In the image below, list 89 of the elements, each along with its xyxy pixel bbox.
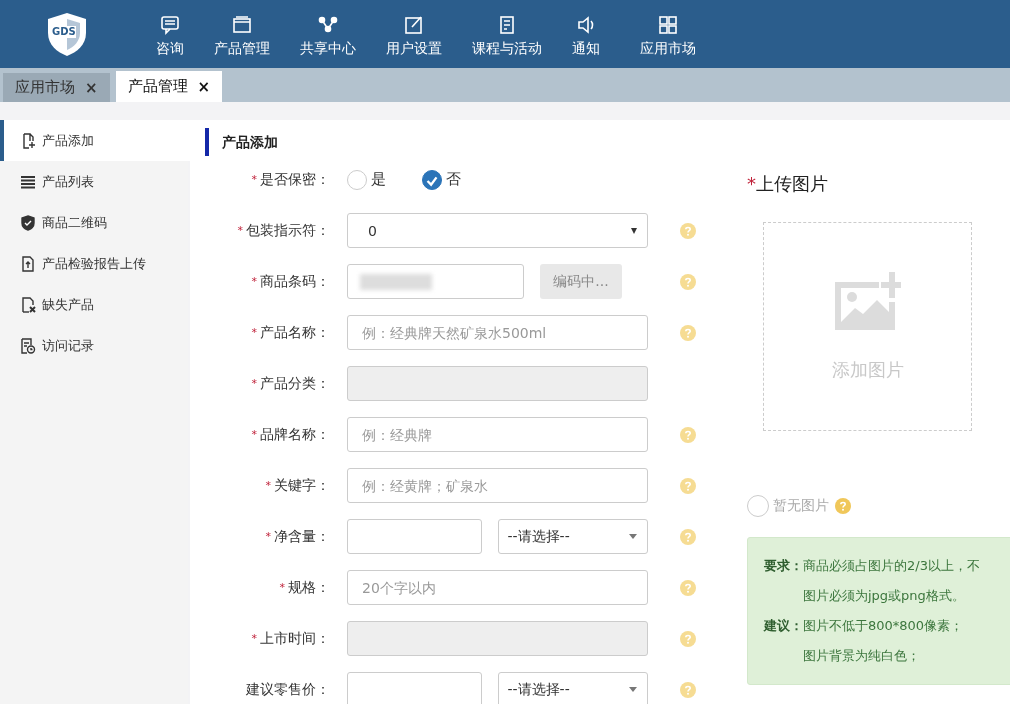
input-field[interactable]: 例：经典牌天然矿泉水500ml (347, 315, 648, 350)
section-title: 产品添加 (205, 128, 725, 156)
tab[interactable]: 产品管理 × (115, 71, 223, 102)
field-label: 关键字： (274, 476, 330, 495)
required-mark: * (279, 581, 285, 594)
close-icon[interactable]: × (197, 77, 211, 96)
field-label: 上市时间： (260, 629, 330, 648)
required-mark: * (251, 275, 257, 288)
redacted-value (360, 273, 432, 290)
input-field[interactable]: 例：经黄牌；矿泉水 (347, 468, 648, 503)
radio-label: 是 (371, 170, 386, 189)
note-text: 图片背景为纯白色； (803, 647, 921, 665)
grid-icon (658, 14, 678, 35)
list-icon (20, 173, 36, 190)
field-label: 产品名称： (260, 323, 330, 342)
window-icon (232, 14, 252, 35)
input-field[interactable]: 例：经典牌 (347, 417, 648, 452)
add-image-icon (834, 271, 901, 330)
sidebar-item[interactable]: 产品添加 (0, 120, 190, 161)
note-text: 图片必须为jpg或png格式。 (803, 587, 966, 605)
required-mark: * (251, 326, 257, 339)
nav-item[interactable]: 课程与活动 (472, 10, 542, 58)
logo-text: GDS (52, 26, 76, 38)
note-text: 图片不低于800*800像素； (803, 617, 964, 635)
help-icon[interactable] (680, 630, 696, 647)
nav-item[interactable]: 产品管理 (214, 10, 270, 58)
field-label: 建议零售价： (246, 680, 330, 699)
note-term: 建议： (764, 617, 803, 635)
close-icon[interactable]: × (85, 78, 98, 97)
note-term: 要求： (764, 557, 803, 575)
sidebar-item[interactable]: 访问记录 (0, 325, 188, 366)
help-icon[interactable] (680, 324, 696, 341)
sidebar-item[interactable]: 产品列表 (0, 161, 188, 202)
input-field[interactable] (347, 672, 482, 704)
caret-icon (629, 687, 637, 692)
required-mark: * (265, 479, 271, 492)
help-icon[interactable] (680, 579, 696, 596)
upload-title: 上传图片 (756, 173, 828, 194)
tab[interactable]: 应用市场 × (3, 73, 110, 102)
caret-icon (629, 534, 637, 539)
document-cross-icon (20, 296, 36, 313)
note-text: 商品必须占图片的2/3以上，不 (803, 557, 980, 575)
field-label: 规格： (288, 578, 330, 597)
radio-button[interactable] (422, 169, 442, 190)
document-plus-icon (20, 132, 36, 149)
help-icon[interactable] (680, 528, 696, 545)
nav-item[interactable]: 咨询 (156, 10, 184, 58)
select-field[interactable]: --请选择-- (497, 672, 648, 704)
nav-item[interactable]: 共享中心 (300, 10, 356, 58)
required-mark: * (251, 377, 257, 390)
sidebar-item[interactable]: 缺失产品 (0, 284, 188, 325)
document-clock-icon (20, 337, 36, 354)
nav-item[interactable]: 应用市场 (640, 10, 696, 58)
help-icon[interactable] (680, 477, 696, 494)
help-icon[interactable] (680, 273, 696, 290)
nav-item[interactable]: 通知 (572, 10, 600, 58)
field-label: 商品条码： (260, 272, 330, 291)
sidebar-item[interactable]: 商品二维码 (0, 202, 188, 243)
help-icon[interactable] (680, 681, 696, 698)
shield-check-icon (20, 214, 36, 231)
document-upload-icon (20, 255, 36, 272)
radio-label: 否 (446, 170, 461, 189)
required-mark: * (251, 173, 257, 186)
field-label: 是否保密： (260, 170, 330, 189)
speaker-icon (576, 14, 596, 35)
required-mark: * (251, 632, 257, 645)
select-field[interactable]: 0 (347, 213, 648, 248)
field-label: 品牌名称： (260, 425, 330, 444)
required-mark: * (747, 173, 756, 194)
required-mark: * (237, 224, 243, 237)
required-mark: * (251, 428, 257, 441)
sidebar-item[interactable]: 产品检验报告上传 (0, 243, 188, 284)
edit-icon (404, 14, 424, 35)
field-label: 净含量： (274, 527, 330, 546)
field-label: 包装指示符： (246, 221, 330, 240)
field-label: 产品分类： (260, 374, 330, 393)
caret-icon (631, 227, 637, 234)
required-mark: * (265, 530, 271, 543)
share-icon (318, 14, 338, 35)
help-icon[interactable] (835, 498, 851, 514)
input-field[interactable]: 20个字以内 (347, 570, 648, 605)
select-field[interactable]: --请选择-- (497, 519, 648, 554)
help-icon[interactable] (680, 222, 696, 239)
help-icon[interactable] (680, 426, 696, 443)
input-field[interactable] (347, 519, 482, 554)
input-field[interactable] (347, 264, 524, 299)
chat-icon (160, 14, 180, 35)
radio-label: 暂无图片 (773, 497, 829, 515)
nav-item[interactable]: 用户设置 (386, 10, 442, 58)
